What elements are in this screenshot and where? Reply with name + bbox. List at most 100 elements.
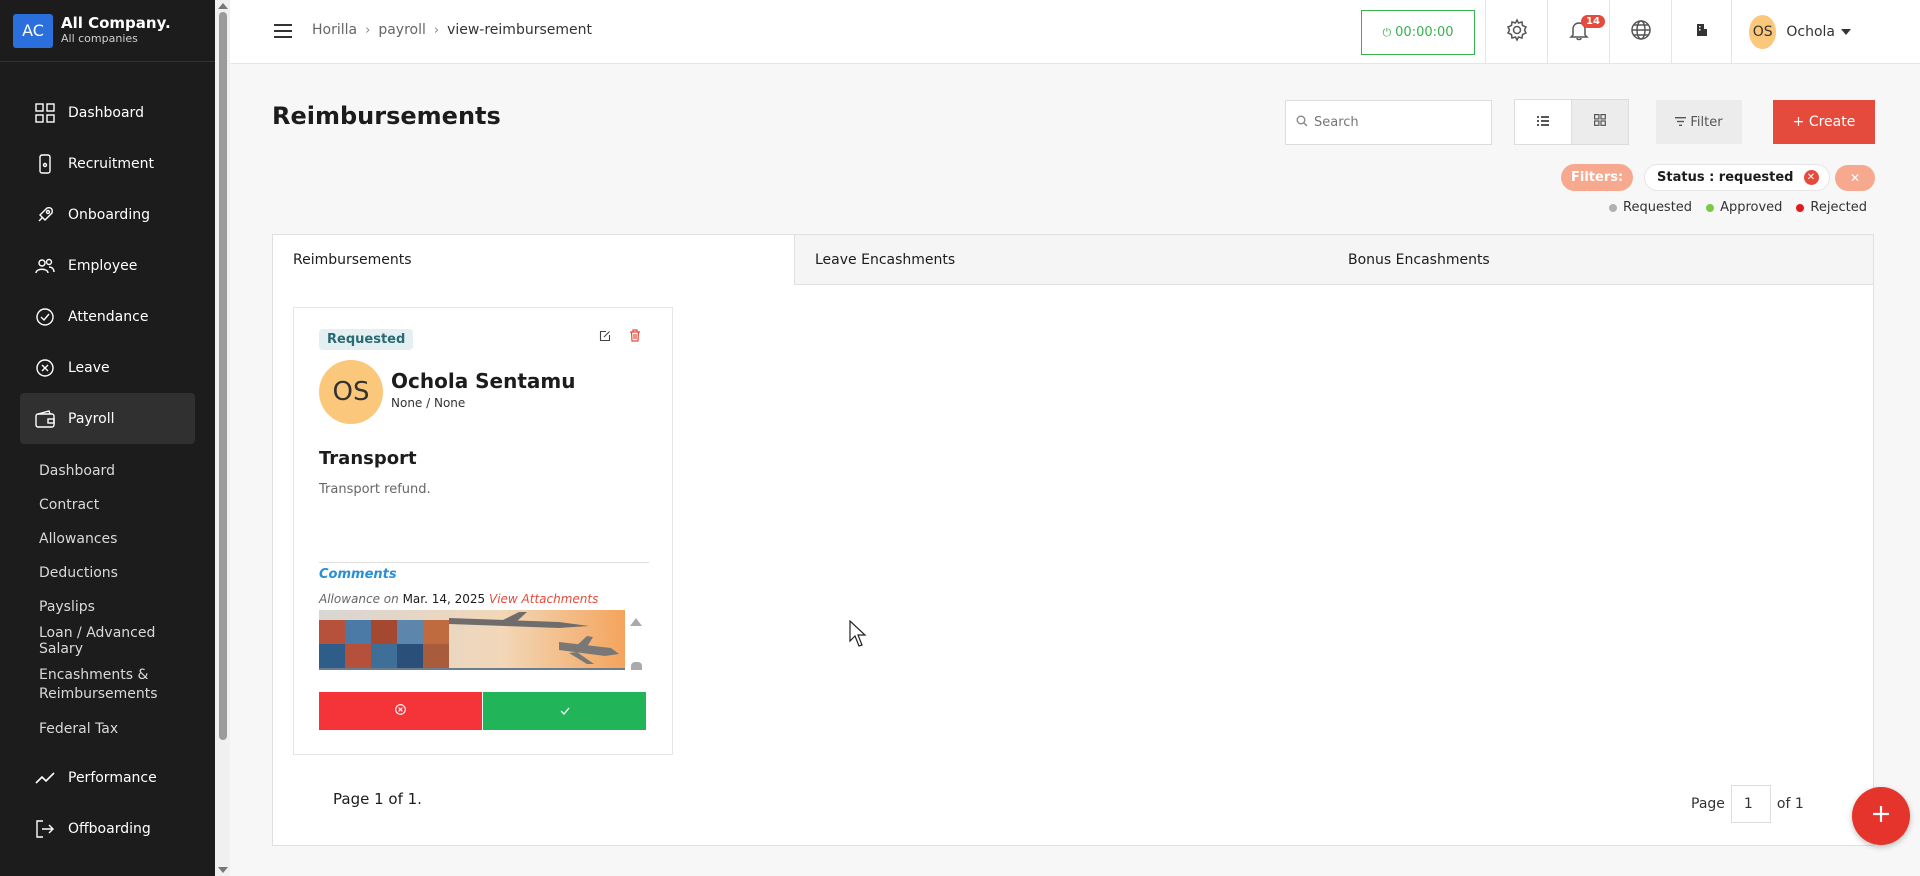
filter-chip-status: Status : requested ✕ xyxy=(1644,164,1830,191)
search-input[interactable] xyxy=(1314,115,1484,130)
breadcrumb-current: view-reimbursement xyxy=(447,22,592,38)
company-subtitle: All companies xyxy=(61,32,138,45)
legend-approved[interactable]: Approved xyxy=(1706,200,1782,215)
divider xyxy=(319,562,649,563)
clear-filters-button[interactable]: ✕ xyxy=(1835,165,1875,191)
gear-icon xyxy=(1505,18,1529,46)
list-icon xyxy=(1537,114,1549,130)
sidebar-item-label: Offboarding xyxy=(68,820,151,837)
sidebar-item-payroll[interactable]: Payroll xyxy=(20,393,195,444)
submenu-loan[interactable]: Loan / Advanced Salary xyxy=(39,624,195,658)
tab-leave-encashments[interactable]: Leave Encashments xyxy=(794,235,1328,285)
reject-button[interactable] xyxy=(319,692,482,730)
sidebar-item-dashboard[interactable]: Dashboard xyxy=(20,87,195,138)
sidebar-item-label: Recruitment xyxy=(68,155,155,172)
filters-label: Filters: xyxy=(1561,164,1634,191)
employee-avatar: OS xyxy=(319,360,383,424)
reimbursement-card[interactable]: Requested OS Ochola Sentamu None / None … xyxy=(293,307,673,755)
sidebar-item-label: Onboarding xyxy=(68,206,150,223)
floating-add-button[interactable] xyxy=(1852,787,1910,845)
sidebar-item-employee[interactable]: Employee xyxy=(20,240,195,291)
tab-bonus-encashments[interactable]: Bonus Encashments xyxy=(1328,235,1873,285)
filter-button[interactable]: Filter xyxy=(1656,100,1742,144)
sidebar-nav: Dashboard Recruitment Onboarding Employe… xyxy=(20,87,195,854)
comments-link[interactable]: Comments xyxy=(319,567,397,582)
allowance-info: Allowance on Mar. 14, 2025 View Attachme… xyxy=(319,592,598,606)
language-button[interactable] xyxy=(1609,0,1671,64)
sidebar-item-offboarding[interactable]: Offboarding xyxy=(20,803,195,854)
notifications-button[interactable]: 14 xyxy=(1547,0,1609,64)
employee-department: None / None xyxy=(391,396,466,410)
approve-button[interactable] xyxy=(483,692,646,730)
exit-icon xyxy=(34,818,56,840)
trend-icon xyxy=(34,767,56,789)
tab-reimbursements[interactable]: Reimbursements xyxy=(273,235,794,285)
menu-icon[interactable] xyxy=(274,24,292,42)
sidebar-item-attendance[interactable]: Attendance xyxy=(20,291,195,342)
sidebar-item-label: Employee xyxy=(68,257,138,274)
attachment-scroll-up[interactable] xyxy=(630,618,642,626)
attachment-thumbnail[interactable] xyxy=(319,610,625,670)
clock-icon: ⏻ xyxy=(1382,25,1392,39)
x-circle-icon xyxy=(395,703,406,719)
remove-filter-icon[interactable]: ✕ xyxy=(1803,170,1819,185)
settings-button[interactable] xyxy=(1485,0,1547,64)
plus-icon xyxy=(1872,805,1890,827)
breadcrumb-payroll[interactable]: payroll xyxy=(378,22,426,38)
user-menu[interactable]: OS Ochola xyxy=(1731,0,1851,64)
pagination: Page 1 of 1 xyxy=(1691,785,1804,823)
trash-icon[interactable] xyxy=(629,329,641,346)
scroll-up-arrow[interactable] xyxy=(218,3,228,9)
legend-label: Rejected xyxy=(1810,200,1867,215)
phone-icon xyxy=(34,153,56,175)
sidebar-item-recruitment[interactable]: Recruitment xyxy=(20,138,195,189)
user-name: Ochola xyxy=(1786,24,1835,40)
sidebar-item-label: Dashboard xyxy=(68,104,144,121)
allowance-prefix: Allowance on xyxy=(319,592,399,606)
sidebar: AC All Company. All companies Dashboard … xyxy=(0,0,215,876)
list-view-button[interactable] xyxy=(1515,100,1571,144)
view-attachments-link[interactable]: View Attachments xyxy=(489,592,598,606)
status-legend: Requested Approved Rejected xyxy=(1595,200,1867,215)
status-badge: Requested xyxy=(319,329,414,350)
attachment-scroll-thumb[interactable] xyxy=(631,662,642,670)
grid-icon xyxy=(1594,114,1606,130)
sidebar-scroll-thumb[interactable] xyxy=(219,12,227,740)
submenu-deductions[interactable]: Deductions xyxy=(39,556,195,590)
company-logo: AC xyxy=(13,13,53,48)
company-switcher[interactable]: AC All Company. All companies xyxy=(0,0,215,62)
mouse-cursor-icon xyxy=(849,619,867,652)
rocket-icon xyxy=(34,204,56,226)
clock-in-button[interactable]: ⏻ 00:00:00 xyxy=(1361,10,1475,55)
edit-icon[interactable] xyxy=(599,330,611,346)
check-circle-icon xyxy=(34,306,56,328)
timer-value: 00:00:00 xyxy=(1395,25,1454,40)
create-button[interactable]: + Create xyxy=(1773,100,1875,144)
submenu-federal-tax[interactable]: Federal Tax xyxy=(39,712,195,746)
sidebar-item-performance[interactable]: Performance xyxy=(20,752,195,803)
submenu-contract[interactable]: Contract xyxy=(39,488,195,522)
grid-view-button[interactable] xyxy=(1571,100,1628,144)
legend-requested[interactable]: Requested xyxy=(1609,200,1692,215)
check-icon xyxy=(560,703,570,719)
company-button[interactable] xyxy=(1671,0,1731,64)
scroll-down-arrow[interactable] xyxy=(218,867,228,873)
breadcrumb-home[interactable]: Horilla xyxy=(312,22,357,38)
chevron-right-icon: › xyxy=(433,22,440,38)
legend-rejected[interactable]: Rejected xyxy=(1796,200,1867,215)
submenu-encashments[interactable]: Encashments & Reimbursements xyxy=(39,658,195,712)
page-title: Reimbursements xyxy=(272,102,501,130)
submenu-payslips[interactable]: Payslips xyxy=(39,590,195,624)
payroll-submenu: Dashboard Contract Allowances Deductions… xyxy=(20,454,195,746)
top-header: Horilla › payroll › view-reimbursement ⏻… xyxy=(230,0,1920,64)
submenu-dashboard[interactable]: Dashboard xyxy=(39,454,195,488)
submenu-allowances[interactable]: Allowances xyxy=(39,522,195,556)
sidebar-item-label: Attendance xyxy=(68,308,149,325)
reimbursement-description: Transport refund. xyxy=(319,482,431,497)
page-number-input[interactable]: 1 xyxy=(1730,785,1771,823)
filter-chip-label: Status : requested xyxy=(1657,170,1794,185)
sidebar-item-leave[interactable]: Leave xyxy=(20,342,195,393)
search-box[interactable] xyxy=(1285,100,1492,145)
sidebar-item-onboarding[interactable]: Onboarding xyxy=(20,189,195,240)
users-icon xyxy=(34,255,56,277)
